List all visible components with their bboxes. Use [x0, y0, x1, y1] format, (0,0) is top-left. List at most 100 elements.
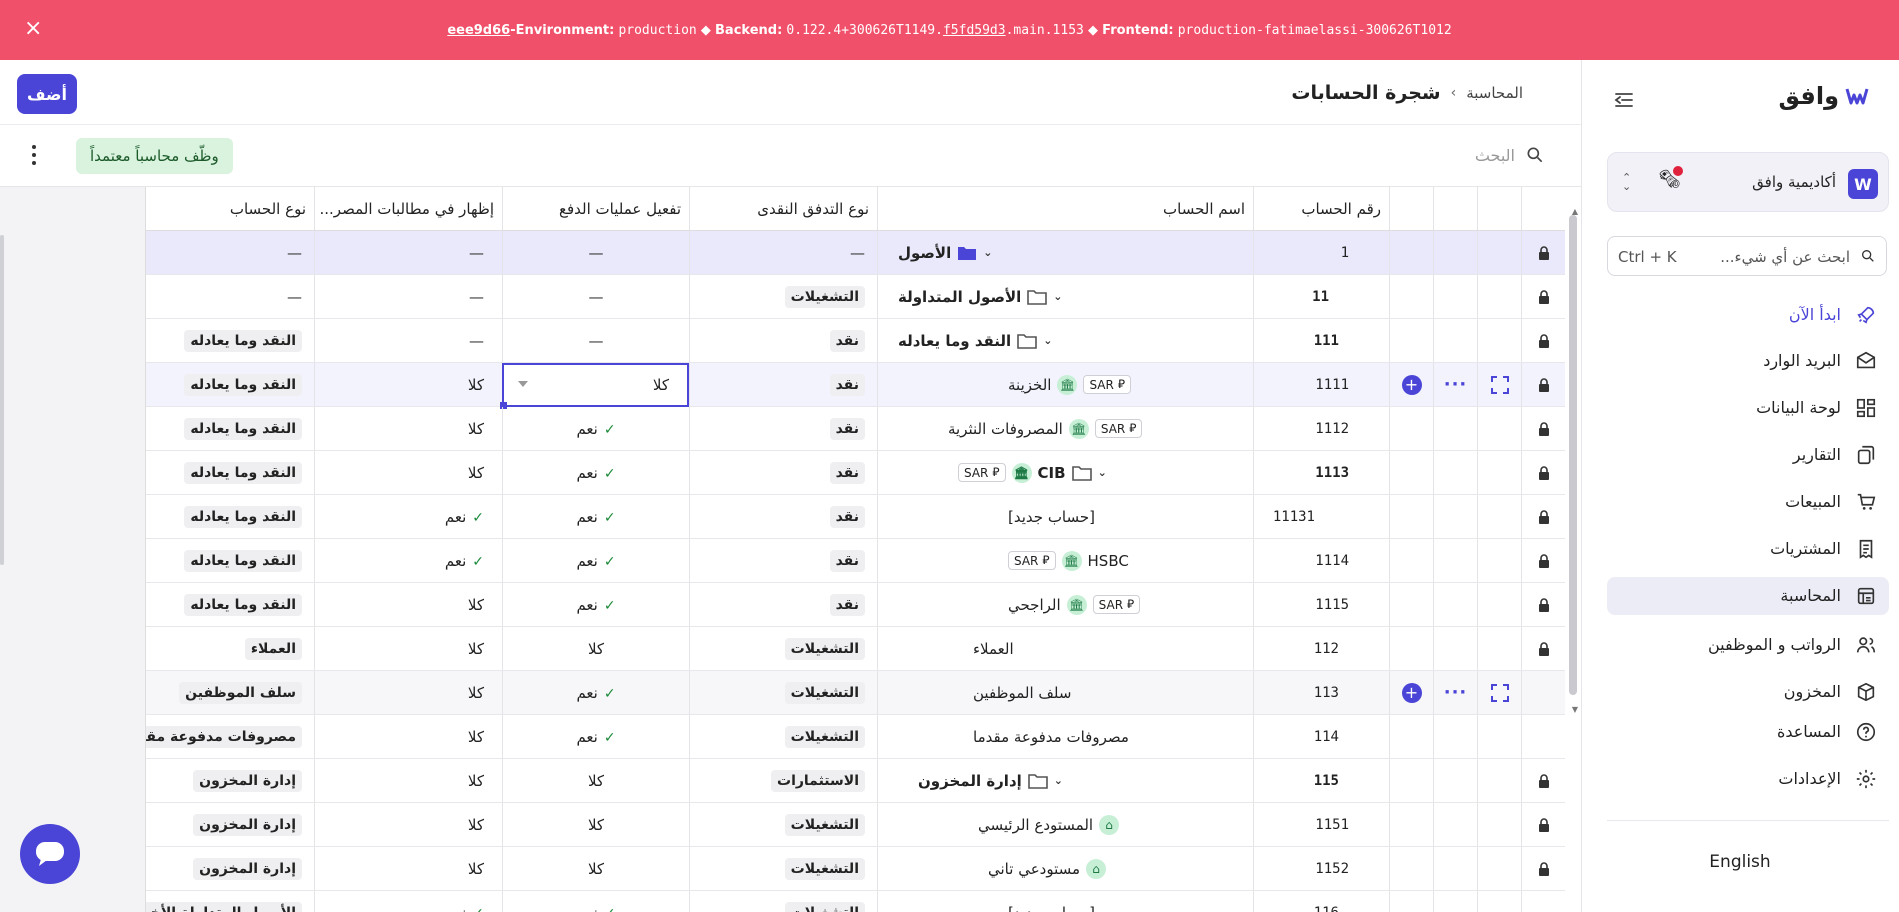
chevron-down-icon[interactable]: ⌄: [983, 246, 992, 259]
account-number: 1115: [1253, 583, 1389, 626]
more-cell: [1433, 583, 1477, 626]
cashflow-cell: التشغيلات: [689, 803, 877, 846]
lock-cell: [1521, 539, 1565, 582]
table-row[interactable]: 1152 ⌂ مستودعي تاني التشغيلات كلا كلا إدا…: [146, 847, 1565, 891]
lock-icon: [1538, 289, 1549, 304]
type-cell: سلف الموظفين: [146, 671, 314, 714]
type-cell: إدارة المخزون: [146, 759, 314, 802]
sidebar-item-inventory[interactable]: المخزون: [1607, 673, 1889, 711]
sidebar-item-help[interactable]: المساعدة: [1607, 713, 1889, 751]
sidebar-item-accounting[interactable]: المحاسبة: [1607, 577, 1889, 615]
payments-dropdown[interactable]: كلا: [500, 363, 689, 409]
sidebar-item-inbox[interactable]: البريد الوارد: [1607, 342, 1889, 380]
col-header-num[interactable]: رقم الحساب: [1253, 187, 1389, 230]
account-name: ⌄ النقد وما يعادله: [877, 319, 1253, 362]
table-row[interactable]: ··· + 1111 ⃁ SAR 🏛 الخزينة نقد كلا النقد وم…: [146, 363, 1565, 409]
more-cell: [1433, 803, 1477, 846]
add-button[interactable]: أضف: [17, 74, 77, 114]
sidebar-item-dashboard[interactable]: لوحة البيانات: [1607, 389, 1889, 427]
hire-accountant-button[interactable]: وظّف محاسباً معتمداً: [76, 138, 233, 174]
table-row[interactable]: 112 العملاء التشغيلات كلا كلا العملاء: [146, 627, 1565, 671]
more-horizontal-icon[interactable]: ···: [1444, 374, 1468, 395]
table-row[interactable]: 11 ⌄ الأصول المتداولة التشغيلات — — —: [146, 275, 1565, 319]
sidebar-item-purchases[interactable]: المشتريات: [1607, 530, 1889, 568]
backend-commit-link[interactable]: f5fd59d3: [943, 23, 1006, 38]
sidebar-item-get-started[interactable]: ابدأ الآن: [1607, 296, 1889, 334]
breadcrumb: المحاسبة › شجرة الحسابات: [1291, 82, 1523, 104]
add-cell: [1389, 407, 1433, 450]
add-child-icon[interactable]: +: [1401, 374, 1422, 395]
page-header: المحاسبة › شجرة الحسابات أضف: [0, 60, 1581, 125]
expand-cell: [1477, 451, 1521, 494]
banner-close-icon[interactable]: ×: [24, 16, 42, 41]
chevron-down-icon[interactable]: ⌄: [1098, 466, 1107, 479]
scrollbar-thumb[interactable]: [1569, 215, 1577, 695]
col-header-name[interactable]: اسم الحساب: [877, 187, 1253, 230]
global-search[interactable]: ابحث عن أي شيء... Ctrl + K: [1607, 236, 1887, 276]
table-row[interactable]: 111 ⌄ النقد وما يعادله نقد — — النقد وما …: [146, 319, 1565, 363]
account-number: 116: [1253, 891, 1389, 912]
sidebar-item-label: البريد الوارد: [1763, 351, 1841, 370]
check-icon: ✓: [603, 465, 616, 482]
sidebar-item-settings[interactable]: الإعدادات: [1607, 760, 1889, 798]
sidebar-collapse-icon[interactable]: [1612, 88, 1636, 112]
table-row[interactable]: 1151 ⌂ المستودع الرئيسي التشغيلات كلا كلا…: [146, 803, 1565, 847]
notification-badge-icon[interactable]: 🗞: [1658, 166, 1683, 190]
organization-switcher[interactable]: W أكاديمية وافق 🗞 ⌃ ⌄: [1607, 152, 1889, 212]
payments-cell: كلا: [502, 803, 689, 846]
resize-handle[interactable]: [0, 235, 4, 565]
table-row[interactable]: 11131 [حساب جديد] نقد ✓ نعم ✓ نعم النقد وم…: [146, 495, 1565, 539]
scroll-down-icon[interactable]: ▼: [1572, 705, 1578, 714]
breadcrumb-accounting[interactable]: المحاسبة: [1466, 84, 1523, 102]
show-claims-text: كلا: [467, 815, 484, 834]
table-row[interactable]: 115 ⌄ إدارة المخزون الاستثمارات كلا كلا إ…: [146, 759, 1565, 803]
chat-support-button[interactable]: [20, 824, 80, 884]
lock-cell: [1521, 583, 1565, 626]
check-icon: ✓: [603, 509, 616, 526]
account-number-text: 111: [1313, 332, 1339, 349]
sidebar-item-label: التقارير: [1792, 445, 1841, 464]
search-icon: [1527, 147, 1543, 163]
table-row[interactable]: 1112 ⃁ SAR 🏛 المصروفات النثرية نقد ✓ نعم كلا…: [146, 407, 1565, 451]
table-search[interactable]: البحث: [1475, 145, 1545, 165]
warehouse-icon: ⌂: [1086, 858, 1107, 879]
app-logo[interactable]: وافق: [1779, 82, 1870, 110]
sidebar-item-reports[interactable]: التقارير: [1607, 436, 1889, 474]
more-options-icon[interactable]: [30, 145, 36, 165]
table-row[interactable]: 116 [حساب جديد] التشغيلات ✓ نعم ✓ نعم الأص…: [146, 891, 1565, 912]
table-row[interactable]: 114 مصروفات مدفوعة مقدما التشغيلات ✓نعم …: [146, 715, 1565, 759]
col-header-show-claims[interactable]: إظهار في مطالبات المصر...: [314, 187, 502, 230]
more-horizontal-icon[interactable]: ···: [1444, 682, 1468, 703]
table-row[interactable]: 1114 HSBC 🏛 ⃁ SAR نقد ✓ نعم ✓ نعم النقد وما ي…: [146, 539, 1565, 583]
expand-icon[interactable]: [1490, 683, 1509, 702]
chevron-down-icon[interactable]: ⌄: [1054, 774, 1063, 787]
col-header-payments[interactable]: تفعيل عمليات الدفع: [502, 187, 689, 230]
banner-hash-link[interactable]: eee9d66: [447, 23, 510, 38]
expand-icon[interactable]: [1490, 375, 1509, 394]
table-row[interactable]: 1115 ⃁ SAR 🏛 الراجحي نقد ✓ نعم كلا النقد وما…: [146, 583, 1565, 627]
table-row[interactable]: 1 ⌄ الأصول — — — —: [146, 231, 1565, 275]
table-row[interactable]: 1113 ⌄ CIB 🏛 ⃁ SAR نقد ✓ نعم كلا النقد وما يع…: [146, 451, 1565, 495]
add-cell: +: [1389, 671, 1433, 714]
account-number: 111: [1253, 319, 1389, 362]
col-header-type[interactable]: نوع الحساب: [146, 187, 314, 230]
sidebar-item-sales[interactable]: المبيعات: [1607, 483, 1889, 521]
more-cell: [1433, 495, 1477, 538]
col-header-cashflow[interactable]: نوع التدفق النقدى: [689, 187, 877, 230]
chevron-down-icon[interactable]: ⌄: [1053, 290, 1062, 303]
more-cell: [1433, 319, 1477, 362]
chevron-down-icon[interactable]: ⌄: [1043, 334, 1052, 347]
show-claims-text: —: [469, 331, 484, 350]
language-switch[interactable]: English: [1581, 852, 1899, 872]
add-child-icon[interactable]: +: [1401, 682, 1422, 703]
lock-cell: [1521, 891, 1565, 912]
show-claims-cell: ✓ نعم: [314, 891, 502, 912]
gear-icon: [1856, 769, 1876, 789]
sidebar-divider: [1607, 820, 1889, 821]
type-cell: النقد وما يعادله: [146, 583, 314, 626]
lock-icon: [1538, 861, 1549, 876]
sidebar-item-payroll[interactable]: الرواتب و الموظفين: [1607, 626, 1889, 664]
lock-cell: [1521, 451, 1565, 494]
table-row[interactable]: ··· + 113 سلف الموظفين التشغيلات ✓ نعم كل…: [146, 671, 1565, 715]
table-scrollbar[interactable]: ▲ ▼: [1567, 207, 1581, 725]
